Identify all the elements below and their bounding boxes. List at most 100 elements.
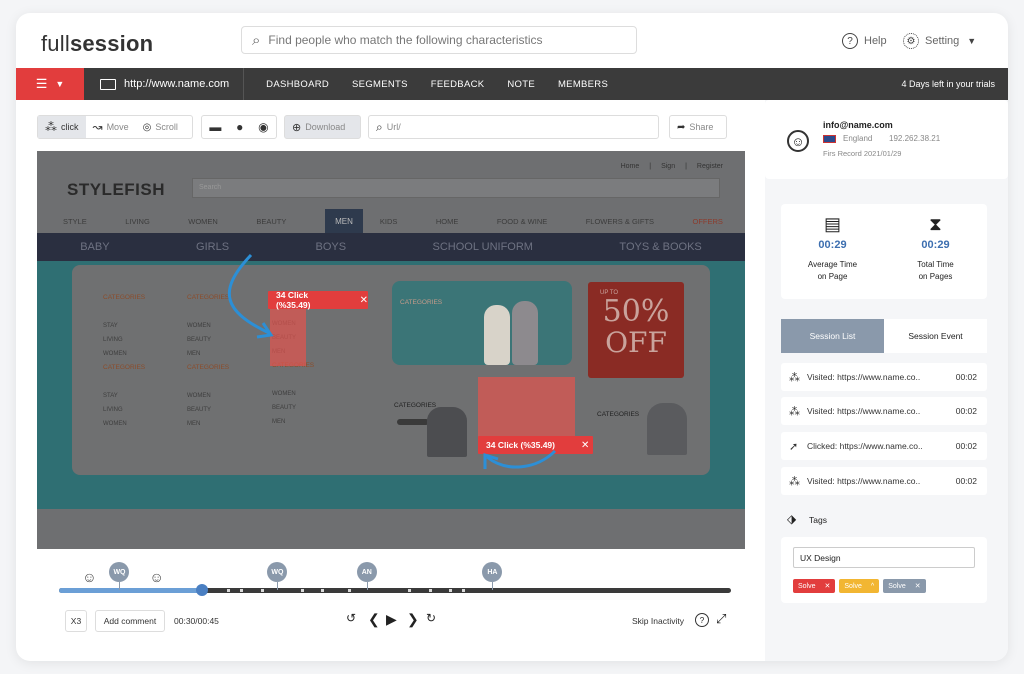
marker-stem xyxy=(277,582,279,590)
timeline-event-tick xyxy=(408,589,412,592)
chevron-down-icon: ▼ xyxy=(967,36,977,46)
user-marker-avatar[interactable]: WQ xyxy=(267,562,288,582)
session-list-item[interactable]: ⁂ Visited: https://www.name.co.. 00:02 xyxy=(781,467,987,495)
setting-button[interactable]: ⚙ Setting ▼ xyxy=(903,33,976,49)
scroll-icon: ◎ xyxy=(142,121,152,133)
timeline-event-tick xyxy=(227,589,230,592)
marker-stem xyxy=(366,582,368,590)
nav-segments[interactable]: SEGMENTS xyxy=(352,79,408,90)
skip-inactivity-toggle[interactable]: Skip Inactivity xyxy=(632,616,684,626)
timeline-event-tick xyxy=(300,589,304,592)
help-icon: ? xyxy=(842,33,858,49)
fullscreen-icon[interactable]: ⤢ xyxy=(716,611,726,627)
nav-members[interactable]: MEMBERS xyxy=(558,79,608,90)
tab-session-list[interactable]: Session List xyxy=(781,319,884,353)
device-filter-group: ▬ ● ◉ xyxy=(201,115,277,139)
chrome-icon[interactable]: ◉ xyxy=(258,120,268,134)
speed-button[interactable]: X3 xyxy=(65,610,87,632)
document-icon: ▤ xyxy=(823,214,841,234)
tag-solve-red[interactable]: Solve ✕ xyxy=(793,579,836,593)
gear-icon: ⚙ xyxy=(903,33,919,49)
caret-up-icon[interactable]: ^ xyxy=(871,583,874,590)
pointer-icon: ➚ xyxy=(789,440,799,453)
nav-feedback[interactable]: FEEDBACK xyxy=(431,79,485,90)
user-card: ☺ info@name.com England 192.262.38.21 Fi… xyxy=(765,100,1008,179)
session-sidebar: ☺ info@name.com England 192.262.38.21 Fi… xyxy=(765,100,1008,661)
rewind-10-icon[interactable]: ↺ xyxy=(346,611,356,625)
stats-card: ▤ 00:29 Average Time on Page ⧗ 00:29 Tot… xyxy=(781,204,987,299)
trial-notice: 4 Days left in your trials xyxy=(901,79,995,89)
avg-time-stat: ▤ 00:29 Average Time on Page xyxy=(781,204,884,283)
site-url[interactable]: http://www.name.com xyxy=(84,68,245,100)
session-list-item[interactable]: ⁂ Visited: https://www.name.co.. 00:02 xyxy=(781,363,987,391)
add-comment-button[interactable]: Add comment xyxy=(95,610,165,632)
click-icon: ⁂ xyxy=(789,475,800,488)
timeline-event-tick xyxy=(321,589,325,592)
session-list-item[interactable]: ⁂ Visited: https://www.name.co.. 00:02 xyxy=(781,397,987,425)
nav-note[interactable]: NOTE xyxy=(507,79,535,90)
nav-dashboard[interactable]: DASHBOARD xyxy=(266,79,329,90)
filter-menu-button[interactable]: ☰ ▼ xyxy=(16,68,84,100)
move-mode-button[interactable]: ↝ Move xyxy=(86,116,136,138)
top-navbar: ☰ ▼ http://www.name.com DASHBOARD SEGMEN… xyxy=(16,68,1008,100)
total-time-stat: ⧗ 00:29 Total Time on Pages xyxy=(884,204,987,283)
replay-timeline[interactable] xyxy=(59,584,731,596)
play-icon[interactable]: ▶ xyxy=(386,611,397,628)
url-filter-input[interactable]: ⌕ Url/ xyxy=(368,115,659,139)
user-avatar-icon: ☺ xyxy=(787,130,809,152)
monitor-icon xyxy=(100,78,116,90)
download-icon: ⊕ xyxy=(292,121,302,134)
session-list-item[interactable]: ➚ Clicked: https://www.name.co.. 00:02 xyxy=(781,432,987,460)
close-icon[interactable]: ✕ xyxy=(915,582,921,590)
share-button[interactable]: ➦ Share xyxy=(669,115,727,139)
tag-solve-yellow[interactable]: Solve ^ xyxy=(839,579,880,593)
help-icon[interactable]: ? xyxy=(695,613,709,627)
tag-icon: ⬗ xyxy=(787,512,797,526)
chevron-down-icon: ▼ xyxy=(55,79,65,89)
smile-marker-icon[interactable]: ☺ xyxy=(149,569,163,585)
download-button[interactable]: ⊕ Download xyxy=(284,115,361,139)
timeline-event-tick xyxy=(462,589,466,592)
help-button[interactable]: ? Help xyxy=(842,33,887,49)
next-icon[interactable]: ❯ xyxy=(407,611,419,628)
move-icon: ↝ xyxy=(92,120,103,134)
tags-card: UX Design Solve ✕ Solve ^ Solve ✕ xyxy=(781,537,987,603)
scroll-mode-button[interactable]: ◎ Scroll xyxy=(136,116,185,138)
timeline-event-tick xyxy=(260,589,264,592)
tag-solve-gray[interactable]: Solve ✕ xyxy=(883,579,926,593)
click-icon: ⁂ xyxy=(45,120,57,134)
timeline-event-tick xyxy=(347,589,351,592)
forward-10-icon[interactable]: ↻ xyxy=(426,611,436,625)
timeline-progress xyxy=(59,588,203,593)
timeline-scrubber[interactable] xyxy=(196,584,209,596)
session-replay-stage[interactable]: STYLEFISH Search Home | Sign | Register … xyxy=(37,151,745,549)
tag-list: Solve ✕ Solve ^ Solve ✕ xyxy=(793,579,926,593)
smile-marker-icon[interactable]: ☺ xyxy=(82,569,96,585)
marker-stem xyxy=(492,582,494,590)
click-icon: ⁂ xyxy=(789,405,800,418)
search-icon: ⌕ xyxy=(252,31,261,49)
tab-session-event[interactable]: Session Event xyxy=(884,319,987,353)
user-marker-avatar[interactable]: HA xyxy=(482,562,503,582)
app-window: fullsession ⌕ Find people who match the … xyxy=(16,13,1008,661)
desktop-icon[interactable]: ▬ xyxy=(209,120,221,134)
timeline-event-tick xyxy=(240,589,244,592)
hourglass-icon: ⧗ xyxy=(929,214,942,234)
interaction-mode-group: ⁂ click ↝ Move ◎ Scroll xyxy=(37,115,193,139)
previous-icon[interactable]: ❮ xyxy=(368,611,380,628)
timeline-event-tick xyxy=(448,589,452,592)
tag-input[interactable]: UX Design xyxy=(793,547,975,568)
user-marker-avatar[interactable]: AN xyxy=(356,562,377,582)
click-icon: ⁂ xyxy=(789,371,800,384)
playback-time: 00:30/00:45 xyxy=(174,616,219,626)
share-icon: ➦ xyxy=(677,121,686,133)
user-marker-avatar[interactable]: WQ xyxy=(109,562,130,582)
app-logo: fullsession xyxy=(41,31,154,56)
click-mode-button[interactable]: ⁂ click xyxy=(38,116,86,138)
tags-title: Tags xyxy=(809,515,827,525)
timeline-event-tick xyxy=(428,589,432,592)
people-search-input[interactable]: ⌕ Find people who match the following ch… xyxy=(241,26,637,54)
apple-icon[interactable]: ● xyxy=(236,120,243,134)
marker-stem xyxy=(119,582,121,590)
close-icon[interactable]: ✕ xyxy=(825,582,831,590)
